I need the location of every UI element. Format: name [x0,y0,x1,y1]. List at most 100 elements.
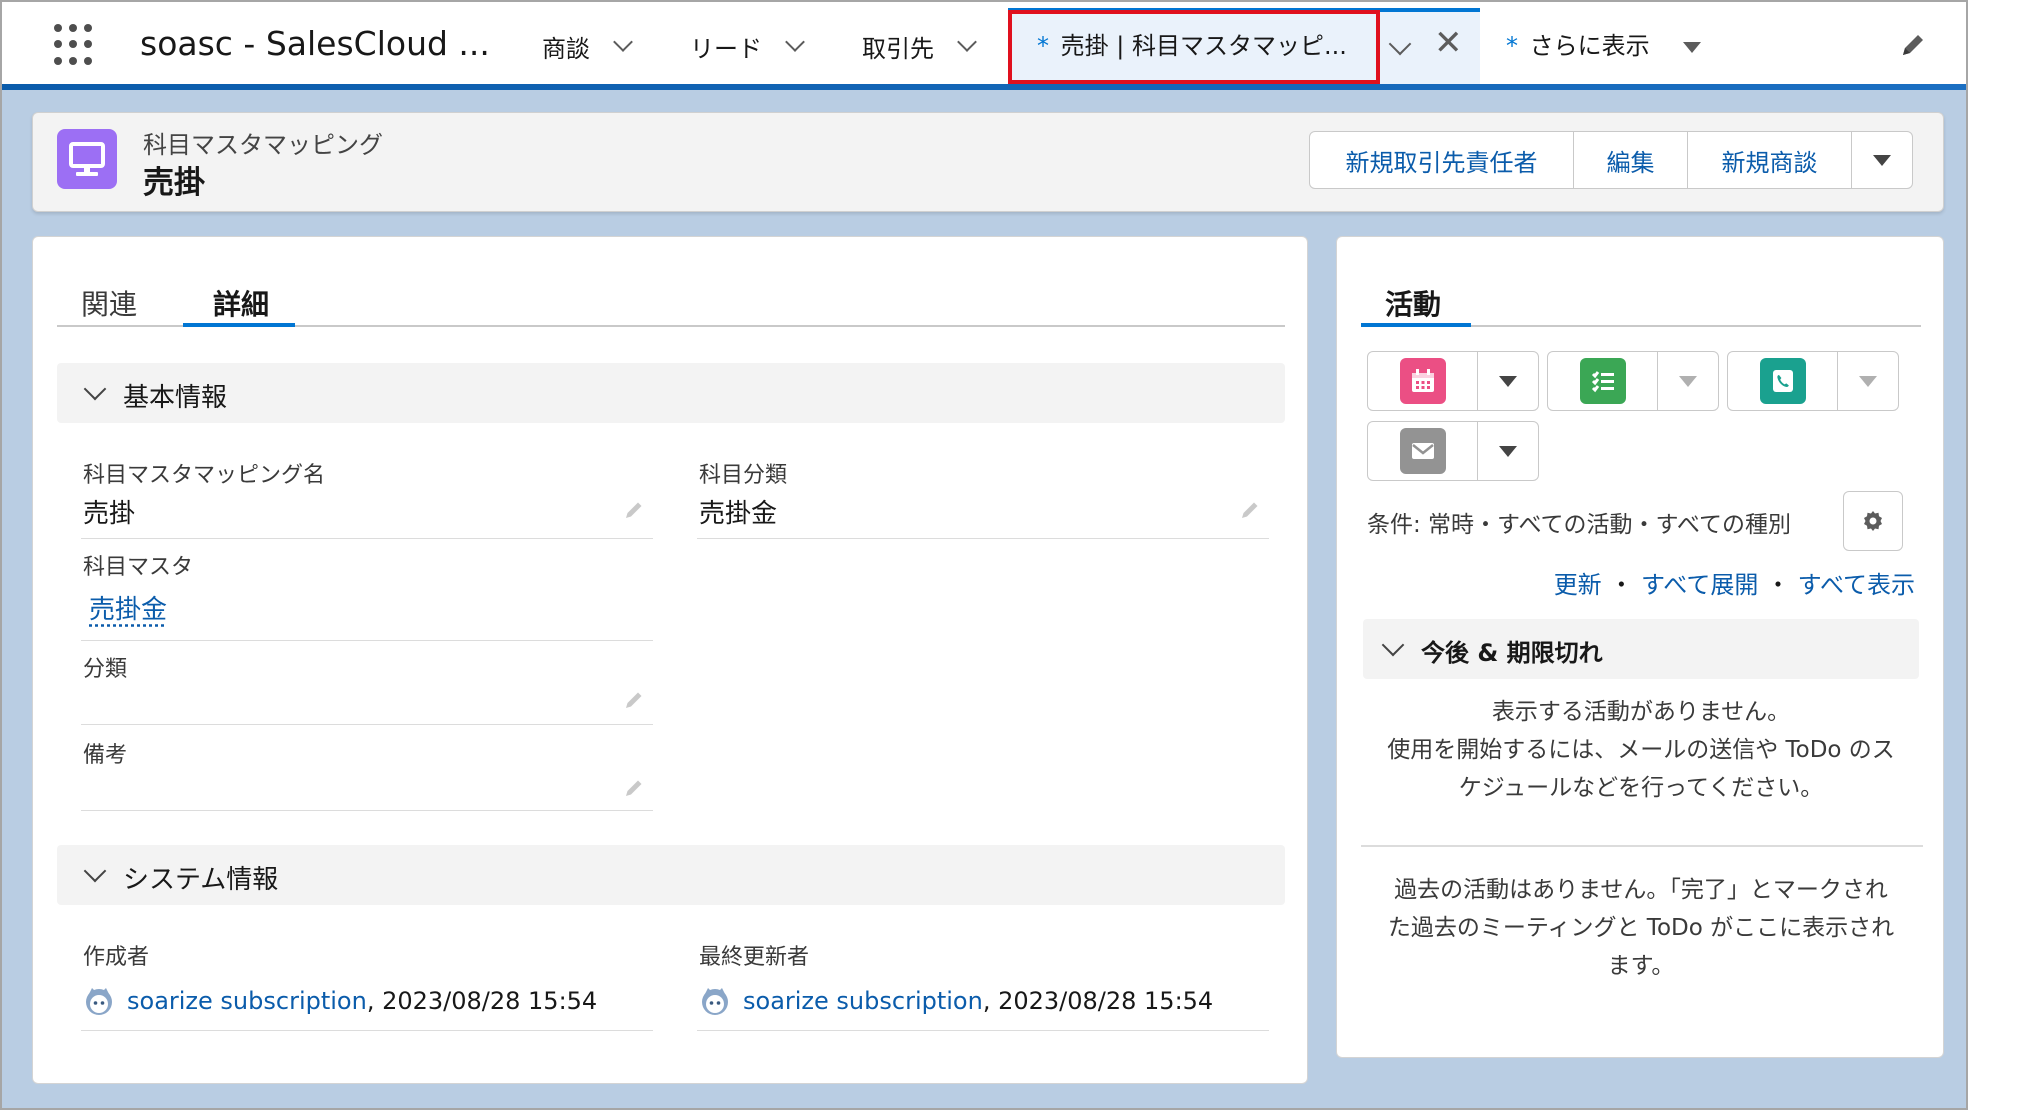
created-by-user-link[interactable]: soarize subscription [127,987,367,1015]
section-basic-info[interactable]: 基本情報 [57,363,1285,423]
pencil-icon[interactable] [623,499,645,521]
app-frame: soasc - SalesCloud ... 商談 リード 取引先 * 売掛 |… [0,0,1968,1110]
activity-filter-text: 条件: 常時・すべての活動・すべての種別 [1367,512,1792,538]
message-line: 使用を開始するには、メールの送信や ToDo のス [1387,737,1895,763]
nav-item-label: 取引先 [862,34,934,63]
no-activity-message: 表示する活動がありません。 使用を開始するには、メールの送信や ToDo のス … [1357,693,1925,807]
field-remarks: 備考 [81,735,653,811]
user-avatar-icon [86,988,112,1015]
new-task-dropdown[interactable] [1658,352,1718,410]
send-email-button-group [1367,421,1539,481]
send-email-button[interactable] [1368,422,1478,480]
global-nav: soasc - SalesCloud ... 商談 リード 取引先 * 売掛 |… [2,2,1966,90]
pencil-icon[interactable] [623,777,645,799]
new-event-button-group [1367,351,1539,411]
nav-more-button[interactable]: * さらに表示 [1506,26,1702,61]
gear-icon [1864,511,1882,531]
new-task-button[interactable] [1548,352,1658,410]
section-title: システム情報 [123,865,279,895]
chevron-down-icon[interactable] [785,32,805,52]
view-all-link[interactable]: すべて表示 [1798,571,1915,599]
tab-activity[interactable]: 活動 [1385,283,1441,323]
no-past-activity-message: 過去の活動はありません。「完了」とマークされ た過去のミーティングと ToDo … [1357,871,1925,985]
chevron-down-icon [1381,633,1405,657]
field-label: 科目分類 [699,463,788,488]
account-master-link[interactable]: 売掛金 [89,589,167,626]
caret-down-icon [1499,445,1517,457]
upcoming-overdue-section[interactable]: 今後 & 期限切れ [1363,619,1919,679]
field-created-by: 作成者 soarize subscription , 2023/08/28 15… [81,937,653,1031]
field-account-master: 科目マスタ 売掛金 [81,547,653,641]
section-title: 今後 & 期限切れ [1421,639,1603,667]
calendar-icon [1399,358,1446,404]
modified-by-user-link[interactable]: soarize subscription [743,987,983,1015]
new-contact-button[interactable]: 新規取引先責任者 [1310,132,1574,188]
expand-all-link[interactable]: すべて展開 [1641,571,1758,599]
pencil-icon[interactable] [1239,499,1261,521]
field-label: 備考 [83,743,128,768]
detail-tabs: 関連 詳細 [57,267,1285,327]
message-line: 過去の活動はありません。「完了」とマークされ [1394,877,1888,903]
pencil-icon[interactable] [623,689,645,711]
edit-button[interactable]: 編集 [1574,132,1688,188]
phone-icon [1759,358,1806,404]
record-detail-card: 関連 詳細 基本情報 科目マスタマッピング名 売掛 科目分類 売掛金 科目マスタ… [32,236,1308,1084]
chevron-down-icon [83,377,107,401]
record-object-icon [57,129,117,189]
close-icon[interactable]: ✕ [1434,26,1463,60]
message-line: ケジュールなどを行ってください。 [1458,775,1824,801]
edit-nav-pencil-icon[interactable] [1898,30,1928,60]
section-system-info[interactable]: システム情報 [57,845,1285,905]
new-event-button[interactable] [1368,352,1478,410]
created-date: , 2023/08/28 15:54 [366,987,598,1015]
nav-item-label: リード [690,34,762,63]
activity-settings-button[interactable] [1843,491,1903,551]
log-call-button[interactable] [1728,352,1838,410]
more-actions-button[interactable] [1852,132,1912,188]
chevron-down-icon[interactable] [613,32,633,52]
field-value: 売掛 [83,499,136,529]
nav-item-opportunities[interactable]: 商談 [542,24,633,68]
message-line: 表示する活動がありません。 [1491,699,1791,725]
link-separator: ・ [1765,571,1790,599]
unsaved-marker: * [1506,32,1518,60]
new-event-dropdown[interactable] [1478,352,1538,410]
refresh-link[interactable]: 更新 [1554,571,1602,599]
active-tab-indicator [1361,323,1471,327]
activity-card: 活動 条件: 常時・すべての活動・すべての種別 更新 ・ すべて展開 ・ すべて… [1336,236,1944,1058]
active-tab-indicator [183,323,295,327]
user-avatar-icon [702,988,728,1015]
task-list-icon [1579,358,1626,404]
message-line: た過去のミーティングと ToDo がここに表示され [1387,915,1895,941]
nav-accent-bar [2,84,1966,90]
chevron-down-icon[interactable] [957,32,977,52]
chevron-down-icon [83,859,107,883]
nav-item-accounts[interactable]: 取引先 [862,24,977,68]
record-object-type: 科目マスタマッピング [143,131,383,159]
nav-more-label: さらに表示 [1529,32,1650,60]
field-label: 最終更新者 [699,945,810,970]
field-mapping-name: 科目マスタマッピング名 売掛 [81,455,653,539]
app-launcher-icon[interactable] [54,24,96,66]
log-call-button-group [1727,351,1899,411]
record-header: 科目マスタマッピング 売掛 新規取引先責任者 編集 新規商談 [32,112,1944,212]
tab-related[interactable]: 関連 [81,283,137,323]
field-label: 科目マスタマッピング名 [83,463,326,488]
user-row: soarize subscription , 2023/08/28 15:54 [83,985,597,1017]
field-category: 科目分類 売掛金 [697,455,1269,539]
link-separator: ・ [1609,571,1634,599]
caret-down-icon [1499,375,1517,387]
caret-down-icon [1683,41,1702,53]
field-label: 作成者 [83,945,150,970]
field-label: 科目マスタ [83,555,194,580]
tab-details[interactable]: 詳細 [213,283,269,323]
divider [1361,845,1923,847]
nav-item-leads[interactable]: リード [690,24,805,68]
new-opportunity-button[interactable]: 新規商談 [1688,132,1852,188]
send-email-dropdown[interactable] [1478,422,1538,480]
activity-links: 更新 ・ すべて展開 ・ すべて表示 [1554,565,1915,600]
new-task-button-group [1547,351,1719,411]
app-name: soasc - SalesCloud ... [140,24,490,63]
log-call-dropdown[interactable] [1838,352,1898,410]
caret-down-icon [1859,375,1877,387]
